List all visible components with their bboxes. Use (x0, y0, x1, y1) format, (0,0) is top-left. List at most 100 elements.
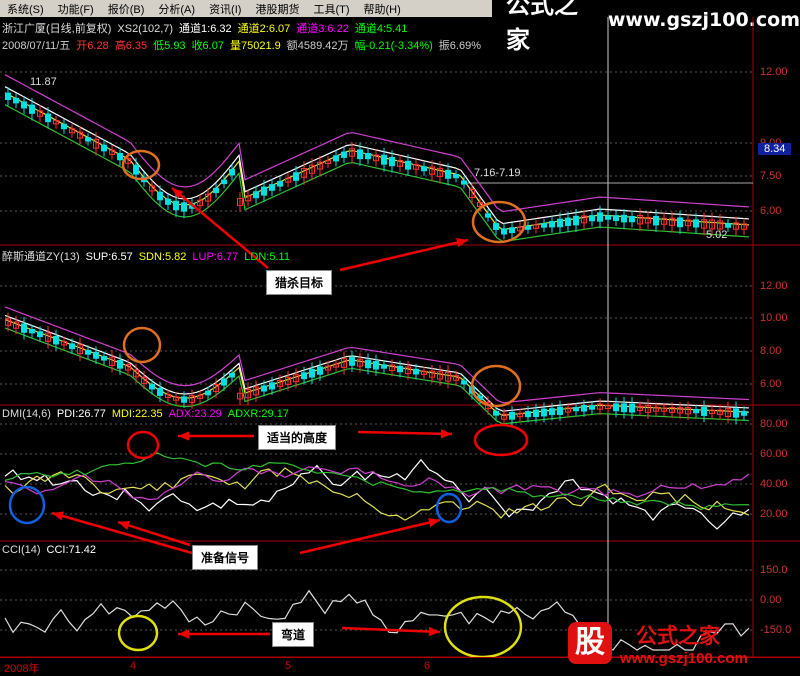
candle-body (701, 406, 707, 416)
candle-body (149, 383, 155, 390)
candle-body (205, 390, 211, 396)
ytick: 60.00 (760, 448, 788, 460)
candle-body (221, 378, 227, 386)
candle-body (101, 356, 107, 361)
ytick: 80.00 (760, 418, 788, 430)
candle-body (621, 214, 627, 223)
candle-body (461, 380, 467, 385)
highlight-circle (443, 595, 523, 659)
candle-body (693, 408, 699, 414)
candle-body (565, 217, 571, 227)
dmi-adx: ADX:23.29 (168, 408, 222, 420)
candle-body (5, 92, 11, 100)
candle-body (13, 97, 19, 104)
annotation-height: 适当的高度 (258, 425, 337, 450)
arrow-head (428, 626, 440, 637)
candle-body (29, 329, 35, 334)
candle-body (493, 223, 499, 230)
candle-body (373, 360, 379, 370)
zy-ldn: LDN:5.11 (244, 251, 290, 263)
candle-body (629, 216, 635, 223)
candle-body (349, 357, 355, 366)
quote-amount: 额4589.42万 (286, 40, 349, 52)
ytick: 8.00 (760, 345, 782, 357)
candle-body (525, 225, 531, 230)
upper-band-line (4, 306, 750, 404)
xtick: 6 (424, 660, 431, 672)
candle-body (541, 408, 547, 417)
dmi-pdi: PDI:26.77 (56, 408, 106, 420)
candle-body (573, 215, 579, 226)
candle-body (677, 217, 683, 228)
candle-body (597, 212, 603, 222)
candle-body (333, 155, 339, 162)
candle-body (181, 202, 187, 212)
candle-body (413, 368, 419, 375)
candle-body (213, 187, 219, 194)
candle-body (365, 359, 371, 369)
candle-body (221, 179, 227, 185)
candle-body (173, 200, 179, 211)
highlight-circle (126, 430, 160, 460)
candle-body (581, 404, 587, 412)
candle-body (181, 396, 187, 403)
channel1-value: 通道1:6.32 (179, 23, 232, 35)
candle-body (741, 410, 747, 416)
candle-body (453, 173, 459, 179)
candle-body (229, 168, 235, 176)
candle-body (621, 403, 627, 413)
candle-body (461, 180, 467, 185)
candle-body (549, 220, 555, 228)
mdi-line (4, 467, 750, 521)
chart-canvas (0, 17, 800, 659)
quote-date: 2008/07/11/五 (2, 40, 71, 52)
candle-body (389, 156, 395, 167)
annotation-prep-signal: 准备信号 (192, 545, 259, 570)
candle-body (589, 215, 595, 222)
candle-body (301, 372, 307, 380)
xtick: 5 (285, 660, 292, 672)
candle-body (37, 331, 43, 338)
main-pane-header: 浙江广厦(日线,前复权) XS2(102,7) 通道1:6.32 通道2:6.07 通道… (2, 20, 413, 36)
stock-glyph-icon: 股 (568, 622, 612, 664)
candle-body (21, 101, 27, 109)
arrow-head (178, 629, 190, 639)
ytick: 150.0 (760, 564, 788, 576)
candle-body (613, 403, 619, 412)
quote-open: 开6.28 (76, 40, 109, 52)
candle-body (309, 368, 315, 378)
highlight-circle (117, 614, 159, 652)
candle-body (229, 372, 235, 378)
candle-body (269, 184, 275, 191)
candle-body (557, 406, 563, 415)
ytick: 7.50 (760, 170, 782, 182)
quote-line: 2008/07/11/五 开6.28 高6.35 低5.93 收6.07 量75021.9… (2, 37, 487, 53)
candle-body (613, 215, 619, 221)
candle-body (397, 365, 403, 373)
high-price-marker: 11.87 (30, 76, 57, 88)
annotation-kill-target: 猎杀目标 (266, 270, 333, 295)
candle-body (293, 172, 299, 181)
candle-body (117, 152, 123, 161)
indicator-name: XS2(102,7) (117, 23, 174, 35)
quote-volume: 量75021.9 (229, 40, 281, 52)
candle-body (549, 408, 555, 416)
candle-body (485, 213, 491, 218)
candle-body (133, 164, 139, 175)
watermark-url-bottom: www.gszj100.com (620, 650, 748, 667)
arrow-head (118, 520, 130, 530)
xtick: 2008年 (4, 663, 40, 675)
candle-body (405, 160, 411, 170)
ytick: 0.00 (760, 594, 782, 606)
candle-body (365, 153, 371, 160)
candle-body (93, 351, 99, 359)
annotation-arrow (299, 518, 441, 555)
ytick: 10.00 (760, 312, 788, 324)
candle-body (165, 198, 171, 205)
quote-low: 低5.93 (153, 40, 186, 52)
channel2-value: 通道2:6.07 (237, 23, 291, 35)
candle-body (653, 216, 659, 226)
candle-body (53, 335, 59, 345)
ytick: 12.00 (760, 66, 788, 78)
ytick: 6.00 (760, 378, 782, 390)
